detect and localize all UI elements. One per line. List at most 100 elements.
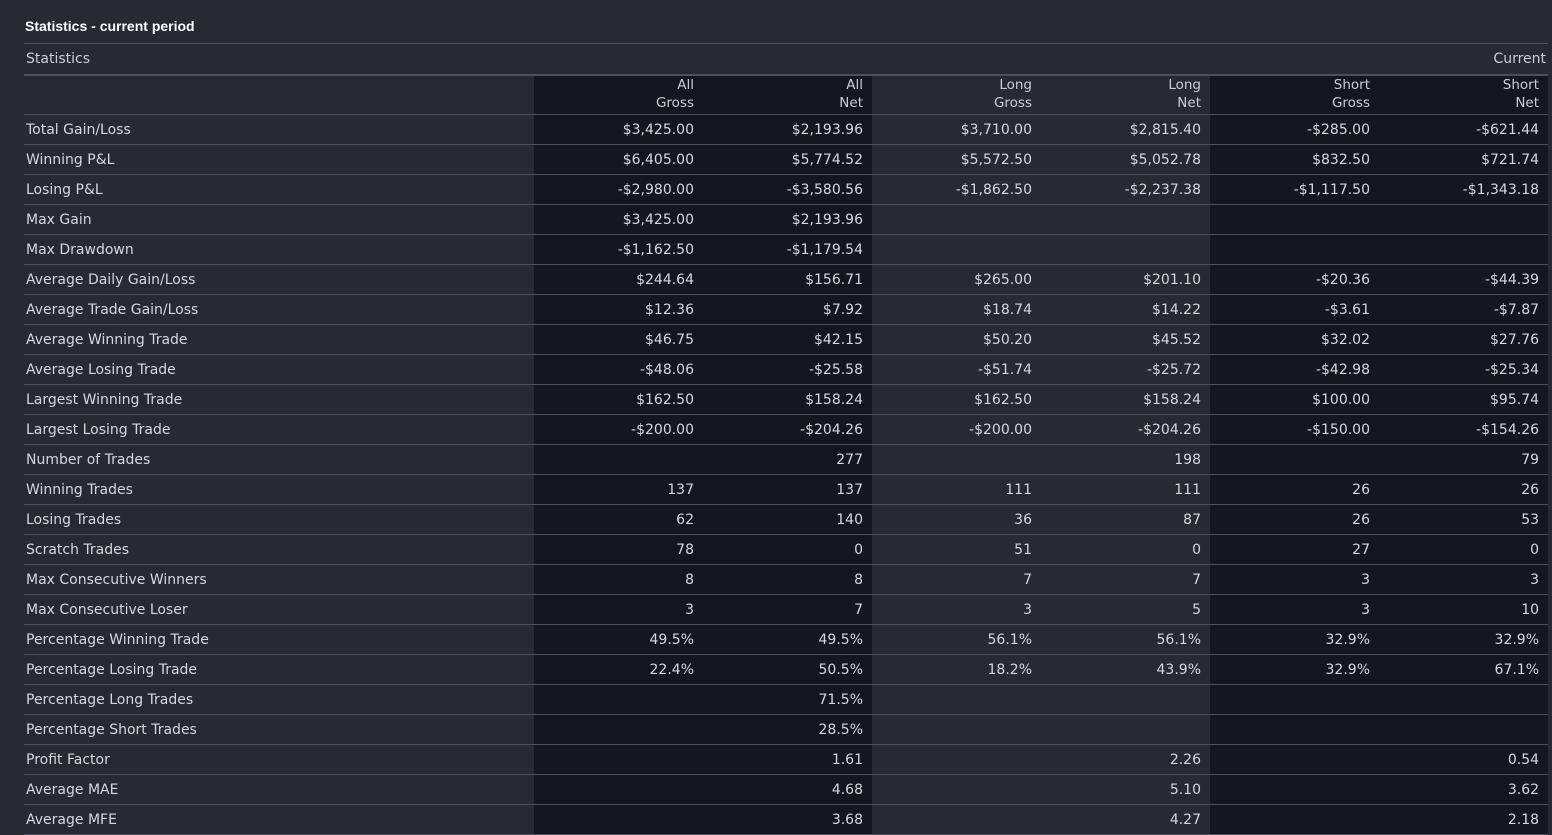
cell-all-gross: 3	[534, 594, 703, 625]
table-row: Percentage Losing Trade 22.4% 50.5% 18.2% 43…	[24, 654, 1549, 685]
cell-all-gross: -$200.00	[534, 414, 703, 445]
cell-long-net	[1041, 714, 1210, 745]
cell-long-gross: 36	[872, 504, 1041, 535]
cell-all-gross	[534, 684, 703, 715]
cell-short-net: 0.54	[1379, 744, 1549, 775]
cell-all-gross	[534, 744, 703, 775]
cell-all-gross: 49.5%	[534, 624, 703, 655]
table-row: Max Gain $3,425.00 $2,193.96	[24, 204, 1549, 235]
row-label: Average MAE	[24, 774, 534, 805]
row-label: Scratch Trades	[24, 534, 534, 565]
row-label: Average MFE	[24, 804, 534, 835]
cell-long-net: -$204.26	[1041, 414, 1210, 445]
table-row: Profit Factor 1.61 2.26 0.54	[24, 744, 1549, 775]
cell-short-net: 3	[1379, 564, 1549, 595]
table-row: Percentage Short Trades 28.5%	[24, 714, 1549, 745]
cell-short-gross: $100.00	[1210, 384, 1379, 415]
cell-short-gross: 32.9%	[1210, 654, 1379, 685]
panel-title: Statistics - current period	[25, 18, 195, 34]
row-label: Total Gain/Loss	[24, 114, 534, 145]
table-row: Winning P&L $6,405.00 $5,774.52 $5,572.50 $5…	[24, 144, 1549, 175]
cell-long-net: 2.26	[1041, 744, 1210, 775]
table-row: Average MAE 4.68 5.10 3.62	[24, 774, 1549, 805]
table-row: Scratch Trades 78 0 51 0 27 0	[24, 534, 1549, 565]
cell-all-net: -$1,179.54	[703, 234, 872, 265]
row-label: Percentage Short Trades	[24, 714, 534, 745]
cell-all-net: 137	[703, 474, 872, 505]
cell-long-gross	[872, 684, 1041, 715]
row-label: Percentage Winning Trade	[24, 624, 534, 655]
cell-short-net: 53	[1379, 504, 1549, 535]
cell-long-gross	[872, 444, 1041, 475]
cell-long-gross: $3,710.00	[872, 114, 1041, 145]
cell-short-net: -$25.34	[1379, 354, 1549, 385]
cell-long-gross	[872, 774, 1041, 805]
cell-short-net: -$621.44	[1379, 114, 1549, 145]
cell-long-net	[1041, 234, 1210, 265]
cell-long-net: $158.24	[1041, 384, 1210, 415]
cell-all-net: -$25.58	[703, 354, 872, 385]
cell-all-gross	[534, 804, 703, 835]
cell-all-gross: $3,425.00	[534, 114, 703, 145]
cell-all-net: 71.5%	[703, 684, 872, 715]
row-label: Max Drawdown	[24, 234, 534, 265]
cell-short-net: $95.74	[1379, 384, 1549, 415]
cell-all-gross: -$2,980.00	[534, 174, 703, 205]
row-label: Average Daily Gain/Loss	[24, 264, 534, 295]
cell-long-net: 7	[1041, 564, 1210, 595]
cell-all-gross: $46.75	[534, 324, 703, 355]
cell-long-net: 0	[1041, 534, 1210, 565]
cell-long-gross	[872, 744, 1041, 775]
column-header-short-net[interactable]: Short Net	[1379, 75, 1549, 115]
cell-all-net: 7	[703, 594, 872, 625]
cell-all-gross	[534, 444, 703, 475]
row-label: Largest Winning Trade	[24, 384, 534, 415]
cell-long-gross: $162.50	[872, 384, 1041, 415]
cell-short-net	[1379, 714, 1549, 745]
table-row: Percentage Long Trades 71.5%	[24, 684, 1549, 715]
cell-long-net	[1041, 684, 1210, 715]
cell-all-net: 140	[703, 504, 872, 535]
cell-long-net: $5,052.78	[1041, 144, 1210, 175]
column-header-all-net[interactable]: All Net	[703, 75, 872, 115]
cell-all-net: $7.92	[703, 294, 872, 325]
cell-short-gross: 3	[1210, 564, 1379, 595]
cell-short-gross: -$42.98	[1210, 354, 1379, 385]
cell-all-net: 28.5%	[703, 714, 872, 745]
table-row: Largest Winning Trade $162.50 $158.24 $162.…	[24, 384, 1549, 415]
cell-short-net: $27.76	[1379, 324, 1549, 355]
cell-long-gross: 51	[872, 534, 1041, 565]
column-header-short-gross[interactable]: Short Gross	[1210, 75, 1379, 115]
cell-all-gross: -$48.06	[534, 354, 703, 385]
cell-long-net: $201.10	[1041, 264, 1210, 295]
section-label: Statistics	[24, 43, 1041, 76]
cell-short-gross	[1210, 714, 1379, 745]
cell-short-net: 10	[1379, 594, 1549, 625]
cell-short-gross: 26	[1210, 474, 1379, 505]
cell-long-gross: -$200.00	[872, 414, 1041, 445]
cell-all-net: $2,193.96	[703, 204, 872, 235]
cell-all-net: $42.15	[703, 324, 872, 355]
cell-long-gross: $265.00	[872, 264, 1041, 295]
cell-short-gross: $32.02	[1210, 324, 1379, 355]
row-label: Winning P&L	[24, 144, 534, 175]
table-row: Percentage Winning Trade 49.5% 49.5% 56.1% 5…	[24, 624, 1549, 655]
column-header-long-net[interactable]: Long Net	[1041, 75, 1210, 115]
column-header-all-gross[interactable]: All Gross	[534, 75, 703, 115]
cell-short-net: 26	[1379, 474, 1549, 505]
cell-short-gross: -$3.61	[1210, 294, 1379, 325]
cell-long-net: -$2,237.38	[1041, 174, 1210, 205]
column-header-long-gross[interactable]: Long Gross	[872, 75, 1041, 115]
cell-all-net: 1.61	[703, 744, 872, 775]
column-header-row: All Gross All Net Long Gross Long Net Short G…	[24, 75, 1549, 115]
cell-all-gross: $6,405.00	[534, 144, 703, 175]
cell-short-net: -$1,343.18	[1379, 174, 1549, 205]
cell-long-gross: $50.20	[872, 324, 1041, 355]
cell-all-net: 0	[703, 534, 872, 565]
table-row: Average MFE 3.68 4.27 2.18	[24, 804, 1549, 835]
row-label: Max Consecutive Winners	[24, 564, 534, 595]
cell-short-gross: $832.50	[1210, 144, 1379, 175]
label-column-header	[24, 75, 534, 115]
cell-short-gross: -$285.00	[1210, 114, 1379, 145]
cell-short-net	[1379, 684, 1549, 715]
